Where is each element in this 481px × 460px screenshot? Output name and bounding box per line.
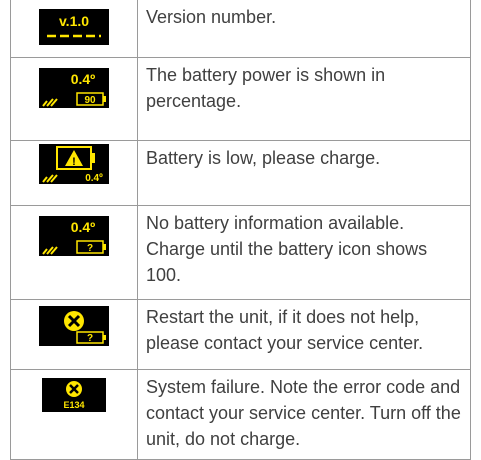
row-description: System failure. Note the error code and … [137, 368, 471, 460]
restart-error-display-icon: ? [39, 305, 109, 346]
error-x-icon [66, 380, 82, 397]
status-display-table: v.1.0 Version number. 0.4º 90 The batter… [10, 0, 471, 460]
table-row: 0.4º ? No battery information available.… [10, 204, 471, 300]
version-display-icon: v.1.0 [39, 9, 109, 45]
version-label: v.1.0 [59, 13, 89, 29]
row-description: Version number. [137, 0, 471, 58]
icon-cell: 0.4º 90 [10, 56, 138, 141]
error-code: E134 [63, 400, 84, 410]
table-row: ? Restart the unit, if it does not help,… [10, 298, 471, 370]
table-row: E134 System failure. Note the error code… [10, 368, 471, 460]
row-description: Restart the unit, if it does not help, p… [137, 298, 471, 370]
battery-unknown-mark: ? [87, 243, 93, 254]
table-row: ! 0.4º Battery is low, please charge. [10, 139, 471, 206]
battery-unknown-display-icon: 0.4º ? [39, 215, 109, 256]
battery-percentage-display-icon: 0.4º 90 [39, 67, 109, 108]
icon-cell: ? [10, 298, 138, 370]
angle-label: 0.4º [71, 71, 96, 87]
row-description: Battery is low, please charge. [137, 139, 471, 206]
icon-cell: E134 [10, 368, 138, 460]
battery-unknown-mark: ? [87, 333, 93, 344]
icon-cell: ! 0.4º [10, 139, 138, 206]
battery-percentage: 90 [84, 95, 96, 106]
icon-cell: v.1.0 [10, 0, 138, 58]
angle-label: 0.4º [71, 219, 96, 235]
error-x-icon [64, 310, 84, 331]
svg-text:!: ! [72, 156, 76, 168]
row-description: No battery information available. Charge… [137, 204, 471, 300]
table-row: 0.4º 90 The battery power is shown in pe… [10, 56, 471, 141]
battery-low-display-icon: ! 0.4º [39, 143, 109, 184]
angle-label: 0.4º [85, 173, 103, 184]
system-failure-display-icon: E134 [42, 377, 106, 412]
icon-cell: 0.4º ? [10, 204, 138, 300]
table-row: v.1.0 Version number. [10, 0, 471, 58]
row-description: The battery power is shown in percentage… [137, 56, 471, 141]
